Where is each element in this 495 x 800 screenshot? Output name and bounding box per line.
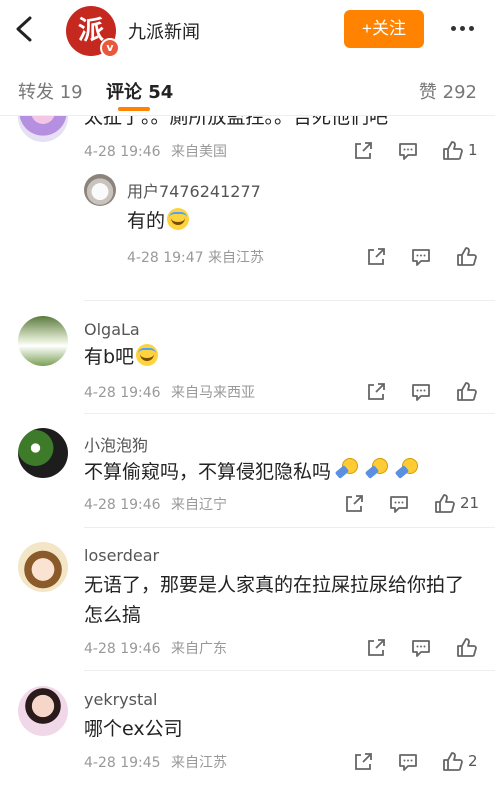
username[interactable]: OlgaLa (84, 320, 140, 339)
like-icon[interactable] (455, 637, 479, 659)
timestamp: 4-28 19:46 (84, 641, 161, 657)
comment-icon[interactable] (388, 493, 412, 515)
comment-meta: 4-28 19:45 来自江苏 (84, 752, 227, 772)
divider (84, 413, 495, 414)
avatar[interactable] (18, 686, 68, 736)
wrench-emoji (333, 456, 361, 482)
comment-item: loserdear 无语了，那要是人家真的在拉屎拉尿给你拍了怎么搞 4-28 1… (0, 538, 495, 668)
reply-text: 有的 (127, 206, 190, 233)
comment-meta: 4-28 19:46 来自辽宁 (84, 494, 227, 514)
comment-text: 有b吧 (84, 342, 479, 372)
comment-icon[interactable] (410, 381, 434, 403)
comment-item: 太扯了。。廁所放監控。。告死他們吧 4-28 19:46 来自美国 1 用户74… (0, 116, 495, 292)
comment-icon[interactable] (397, 140, 421, 162)
share-icon[interactable] (365, 246, 389, 268)
divider (84, 527, 495, 528)
comment-icon[interactable] (397, 751, 421, 773)
comment-text: 不算偷窥吗，不算侵犯隐私吗 (84, 456, 479, 487)
wrench-emoji (363, 456, 391, 482)
comment-text: 哪个ex公司 (84, 718, 183, 740)
page-title[interactable]: 九派新闻 (128, 18, 200, 44)
comment-meta: 4-28 19:46 来自马来西亚 (84, 382, 255, 402)
tab-comments[interactable]: 评论 54 (106, 78, 173, 104)
share-icon[interactable] (352, 751, 376, 773)
share-icon[interactable] (352, 140, 376, 162)
timestamp: 4-28 19:46 (84, 144, 161, 160)
comment-item: OlgaLa 有b吧 4-28 19:46 来自马来西亚 (0, 312, 495, 422)
comment-meta: 4-28 19:46 来自美国 (84, 141, 227, 161)
comment-list[interactable]: 太扯了。。廁所放監控。。告死他們吧 4-28 19:46 来自美国 1 用户74… (0, 116, 495, 800)
top-bar: 派 v 九派新闻 +关注 (0, 0, 495, 60)
username[interactable]: loserdear (84, 546, 159, 565)
timestamp: 4-28 19:46 (84, 385, 161, 401)
tab-repost[interactable]: 转发 19 (18, 78, 83, 104)
like-icon[interactable] (441, 751, 465, 773)
divider (84, 300, 495, 301)
reply-username[interactable]: 用户7476241277 (127, 178, 261, 202)
reply-meta: 4-28 19:47 来自江苏 (127, 247, 264, 267)
timestamp: 4-28 19:46 (84, 497, 161, 513)
avatar[interactable] (18, 428, 68, 478)
reply-avatar[interactable] (84, 174, 116, 206)
back-arrow-icon[interactable] (10, 12, 40, 46)
like-count: 1 (468, 141, 478, 159)
timestamp: 4-28 19:47 (127, 250, 204, 266)
username[interactable]: yekrystal (84, 690, 157, 709)
location: 来自江苏 (208, 250, 265, 266)
comment-icon[interactable] (410, 246, 434, 268)
location: 来自广东 (171, 641, 228, 657)
comment-item: 小泡泡狗 不算偷窥吗，不算侵犯隐私吗 4-28 19:46 来自辽宁 21 (0, 424, 495, 536)
avatar[interactable] (18, 116, 68, 142)
comment-text: 无语了，那要是人家真的在拉屎拉尿给你拍了怎么搞 (84, 574, 465, 626)
like-icon[interactable] (455, 381, 479, 403)
comment-icon[interactable] (410, 637, 434, 659)
like-count: 2 (468, 752, 478, 770)
account-avatar[interactable]: 派 v (66, 6, 120, 58)
follow-button[interactable]: +关注 (344, 10, 424, 48)
share-icon[interactable] (365, 637, 389, 659)
laugh-tears-emoji (136, 344, 159, 366)
like-count: 21 (460, 494, 480, 512)
laugh-tears-emoji (167, 208, 190, 230)
tab-likes[interactable]: 赞 292 (419, 78, 477, 104)
divider (84, 670, 495, 671)
timestamp: 4-28 19:45 (84, 755, 161, 771)
like-icon[interactable] (455, 246, 479, 268)
comment-text: 太扯了。。廁所放監控。。告死他們吧 (84, 116, 389, 128)
like-icon[interactable] (433, 493, 457, 515)
location: 来自马来西亚 (171, 385, 256, 401)
comment-item: yekrystal 哪个ex公司 4-28 19:45 来自江苏 2 (0, 682, 495, 800)
share-icon[interactable] (343, 493, 367, 515)
location: 来自江苏 (171, 755, 228, 771)
wrench-emoji (393, 456, 421, 482)
tab-bar: 转发 19 评论 54 赞 292 (0, 60, 495, 116)
more-icon[interactable] (440, 14, 484, 44)
verified-badge: v (100, 38, 120, 58)
username[interactable]: 小泡泡狗 (84, 432, 148, 456)
avatar[interactable] (18, 316, 68, 366)
share-icon[interactable] (365, 381, 389, 403)
location: 来自辽宁 (171, 497, 228, 513)
comment-meta: 4-28 19:46 来自广东 (84, 638, 227, 658)
active-tab-indicator (118, 107, 150, 111)
like-icon[interactable] (441, 140, 465, 162)
location: 来自美国 (171, 144, 228, 160)
avatar[interactable] (18, 542, 68, 592)
